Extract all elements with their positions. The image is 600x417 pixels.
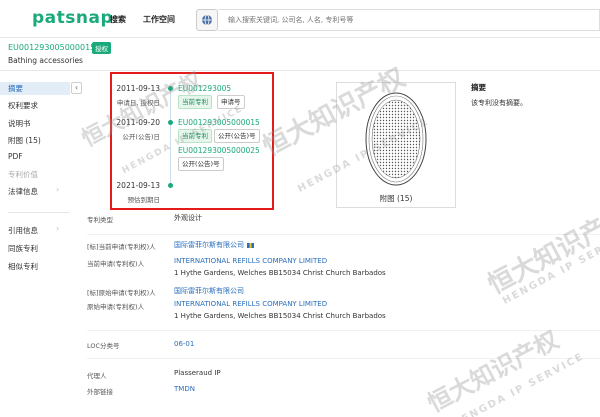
globe-icon[interactable] <box>196 9 218 31</box>
chevron-right-icon: › <box>56 224 60 233</box>
sidebar-item-pdf[interactable]: PDF <box>8 152 23 161</box>
row-separator <box>87 358 600 359</box>
divider <box>0 70 600 71</box>
agent-value: Plasseraud IP <box>174 369 221 377</box>
status-badge: 授权 <box>92 42 111 54</box>
info-label: [标]原始申请(专利权)人 <box>87 289 156 297</box>
chevron-right-icon: › <box>56 185 60 194</box>
info-value-link[interactable]: 国际雷菲尔斯有限公司 <box>174 240 254 250</box>
patent-number: EU001293005000015 <box>8 43 96 52</box>
row-separator <box>87 330 600 331</box>
original-applicant-en-link[interactable]: INTERNATIONAL REFILLS COMPANY LIMITED <box>174 300 327 308</box>
patent-title: Bathing accessories <box>8 56 83 65</box>
loc-class-link[interactable]: 06-01 <box>174 340 194 348</box>
sidebar-item-family[interactable]: 同族专利 <box>8 243 38 254</box>
sidebar-item-similar[interactable]: 相似专利 <box>8 261 38 272</box>
info-label: 外部链接 <box>87 388 113 396</box>
info-label: LOC分类号 <box>87 342 120 350</box>
abstract-title: 摘要 <box>471 83 486 92</box>
sidebar-item-drawings[interactable]: 附图 (15) <box>8 135 41 146</box>
drawing-label[interactable]: 附图 (15) <box>336 193 456 204</box>
flag-icon <box>247 242 254 248</box>
drawing-thumbnail[interactable] <box>336 82 456 208</box>
top-bar: patsnap 搜索 工作空间 <box>0 0 600 38</box>
applicant-address: 1 Hythe Gardens, Welches BB15034 Christ … <box>174 269 386 277</box>
info-value: 外观设计 <box>174 214 202 222</box>
info-label: 原始申请(专利权)人 <box>87 303 145 311</box>
info-label: 当前申请(专利权)人 <box>87 260 145 268</box>
info-label: [标]当前申请(专利权)人 <box>87 243 156 251</box>
bath-accessory-drawing <box>365 92 427 186</box>
search-input[interactable] <box>218 10 599 30</box>
sidebar-item-abstract[interactable]: 摘要 <box>0 82 70 95</box>
original-applicant-link[interactable]: 国际雷菲尔斯有限公司 <box>174 286 244 296</box>
original-applicant-address: 1 Hythe Gardens, Welches BB15034 Christ … <box>174 312 386 320</box>
nav-workspace[interactable]: 工作空间 <box>143 14 175 25</box>
sidebar-item-citations[interactable]: 引用信息 <box>8 225 38 236</box>
search-box[interactable] <box>218 9 600 31</box>
sidebar-item-legal[interactable]: 法律信息 <box>8 186 38 197</box>
abstract-text: 该专利没有摘要。 <box>471 99 527 107</box>
applicant-en-link[interactable]: INTERNATIONAL REFILLS COMPANY LIMITED <box>174 257 327 265</box>
highlight-box <box>110 72 274 210</box>
collapse-sidebar-button[interactable]: ‹ <box>71 82 82 94</box>
tmdn-link[interactable]: TMDN <box>174 385 195 393</box>
sidebar-item-claims[interactable]: 权利要求 <box>8 100 38 111</box>
sidebar-item-value[interactable]: 专利价值 <box>8 169 38 180</box>
sidebar-divider <box>8 212 70 213</box>
applicant-link[interactable]: 国际雷菲尔斯有限公司 <box>174 241 244 249</box>
info-label: 代理人 <box>87 372 107 380</box>
sidebar-item-description[interactable]: 说明书 <box>8 118 31 129</box>
info-label: 专利类型 <box>87 216 113 224</box>
row-separator <box>87 234 600 235</box>
patsnap-logo[interactable]: patsnap <box>32 8 113 28</box>
nav-search[interactable]: 搜索 <box>110 14 126 25</box>
